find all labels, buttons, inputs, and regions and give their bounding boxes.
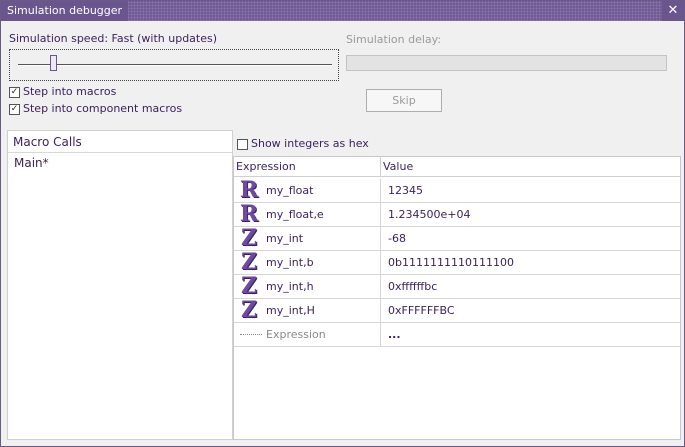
- simulation-speed-slider[interactable]: [9, 49, 339, 81]
- table-row[interactable]: Z my_int,h 0xffffffbc: [234, 275, 680, 299]
- table-row[interactable]: R my_float,e 1.234500e+04: [234, 203, 680, 227]
- table-row[interactable]: Z my_int -68: [234, 227, 680, 251]
- value-cell[interactable]: 0xFFFFFFBC: [381, 299, 680, 323]
- integer-type-icon: Z: [240, 225, 258, 251]
- macro-calls-panel: Macro Calls Main*: [7, 130, 233, 440]
- simulation-delay-slider: [346, 55, 667, 71]
- value-cell[interactable]: 1.234500e+04: [381, 203, 680, 227]
- new-value-cell[interactable]: ...: [381, 323, 680, 347]
- macro-call-item[interactable]: Main*: [14, 156, 49, 170]
- value-cell[interactable]: -68: [381, 227, 680, 251]
- new-expression-row[interactable]: Expression ...: [234, 323, 680, 347]
- expression-text: my_int: [266, 232, 304, 245]
- slider-track: [18, 64, 332, 66]
- slider-thumb[interactable]: [50, 55, 57, 71]
- expression-cell[interactable]: Z my_int,b: [234, 251, 381, 275]
- value-cell[interactable]: 0b1111111110111100: [381, 251, 680, 275]
- skip-button[interactable]: Skip: [366, 89, 442, 112]
- column-header-value[interactable]: Value: [381, 157, 680, 177]
- value-text: 0xFFFFFFBC: [388, 304, 455, 317]
- real-type-icon: R: [239, 177, 259, 203]
- expression-text: my_int,b: [266, 256, 314, 269]
- new-expression-cell[interactable]: Expression: [234, 323, 381, 347]
- value-text: 1.234500e+04: [388, 208, 471, 221]
- expression-text: my_int,H: [266, 304, 315, 317]
- watch-grid: Expression Value R my_float 12345 R my_f…: [233, 156, 681, 440]
- column-header-expression[interactable]: Expression: [234, 157, 381, 177]
- tree-dotted-line: [240, 334, 262, 335]
- real-type-icon: R: [239, 201, 259, 227]
- value-text: 0b1111111110111100: [388, 256, 514, 269]
- value-cell[interactable]: 12345: [381, 179, 680, 203]
- integer-type-icon: Z: [240, 273, 258, 299]
- value-text: 0xffffffbc: [388, 280, 438, 293]
- new-value-ellipsis: ...: [388, 328, 401, 341]
- expression-text: my_float: [266, 184, 314, 197]
- expression-cell[interactable]: Z my_int,h: [234, 275, 381, 299]
- simulation-delay-label: Simulation delay:: [346, 33, 442, 46]
- simulation-debugger-window: Simulation debugger ✕ Simulation speed: …: [0, 0, 685, 447]
- expression-cell[interactable]: R my_float,e: [234, 203, 381, 227]
- show-integers-as-hex-label[interactable]: Show integers as hex: [251, 137, 369, 150]
- window-title: Simulation debugger: [1, 1, 129, 21]
- expression-cell[interactable]: Z my_int: [234, 227, 381, 251]
- new-expression-placeholder: Expression: [266, 328, 326, 341]
- integer-type-icon: Z: [240, 297, 258, 323]
- integer-type-icon: Z: [240, 249, 258, 275]
- value-text: -68: [388, 232, 406, 245]
- close-icon[interactable]: ✕: [662, 1, 684, 21]
- value-cell[interactable]: 0xffffffbc: [381, 275, 680, 299]
- table-row[interactable]: R my_float 12345: [234, 179, 680, 203]
- table-row[interactable]: Z my_int,b 0b1111111110111100: [234, 251, 680, 275]
- value-text: 12345: [388, 184, 423, 197]
- step-into-component-macros-label[interactable]: Step into component macros: [23, 102, 182, 115]
- expression-text: my_float,e: [266, 208, 324, 221]
- expression-cell[interactable]: Z my_int,H: [234, 299, 381, 323]
- simulation-speed-label: Simulation speed: Fast (with updates): [9, 32, 218, 45]
- expression-cell[interactable]: R my_float: [234, 179, 381, 203]
- macro-calls-header: Macro Calls: [8, 131, 232, 153]
- table-row[interactable]: Z my_int,H 0xFFFFFFBC: [234, 299, 680, 323]
- step-into-macros-checkbox[interactable]: ✓: [9, 87, 20, 98]
- step-into-macros-label[interactable]: Step into macros: [23, 85, 116, 98]
- show-integers-as-hex-checkbox[interactable]: [237, 139, 248, 150]
- expression-text: my_int,h: [266, 280, 314, 293]
- title-bar[interactable]: Simulation debugger ✕: [1, 1, 684, 21]
- step-into-component-macros-checkbox[interactable]: ✓: [9, 104, 20, 115]
